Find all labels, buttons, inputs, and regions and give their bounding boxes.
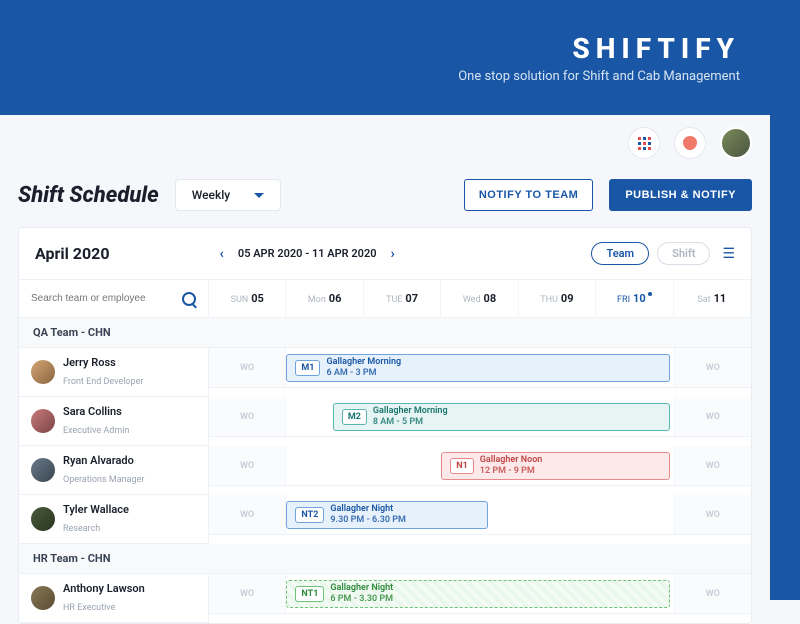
filter-icon[interactable]: ☰: [722, 246, 735, 262]
day-head-sat[interactable]: Sat11: [674, 280, 751, 318]
employee-role: Operations Manager: [63, 475, 144, 485]
avatar: [31, 458, 55, 482]
month-label: April 2020: [35, 244, 110, 263]
next-range-button[interactable]: ›: [391, 246, 395, 262]
search-input[interactable]: [31, 293, 182, 304]
employee-name: Ryan Alvarado: [63, 454, 144, 467]
view-select[interactable]: Weekly: [175, 179, 281, 211]
publish-button[interactable]: PUBLISH & NOTIFY: [609, 179, 752, 211]
avatar: [31, 360, 55, 384]
group-header-qa[interactable]: QA Team - CHN: [19, 318, 751, 348]
shift-title: Gallagher Night: [330, 505, 406, 515]
week-off-badge: WO: [674, 348, 751, 387]
apps-icon: [638, 137, 651, 150]
shift-title: Gallagher Night: [330, 584, 393, 594]
apps-button[interactable]: [628, 127, 660, 159]
employee-role: HR Executive: [63, 603, 115, 613]
day-head-tue[interactable]: TUE07: [364, 280, 441, 318]
day-head-fri[interactable]: FRI10: [596, 280, 673, 318]
shift-title: Gallagher Morning: [373, 407, 448, 417]
shift-time: 6 AM - 3 PM: [326, 368, 401, 378]
day-head-wed[interactable]: Wed08: [441, 280, 518, 318]
shift-tag: M1: [295, 360, 320, 376]
view-toggle: Team Shift ☰: [591, 242, 735, 265]
employee-role: Front End Developer: [63, 377, 143, 387]
shift-block[interactable]: M1 Gallagher Morning 6 AM - 3 PM: [286, 354, 669, 382]
prev-range-button[interactable]: ‹: [220, 246, 224, 262]
week-off-badge: WO: [209, 446, 286, 485]
timeline-row: WO NT1 Gallagher Night 6 PM - 3.30 PM WO: [209, 574, 751, 614]
employee-name: Jerry Ross: [63, 356, 143, 369]
shift-tag: M2: [342, 409, 367, 425]
bell-icon: [683, 136, 697, 150]
employee-row[interactable]: Anthony Lawson HR Executive: [19, 574, 209, 623]
avatar: [31, 507, 55, 531]
toggle-team[interactable]: Team: [591, 242, 649, 265]
week-off-badge: WO: [674, 495, 751, 534]
timeline-row: WO NT2 Gallagher Night 9.30 PM - 6.30 PM…: [209, 495, 751, 535]
today-indicator-dot: [648, 292, 652, 296]
week-off-badge: WO: [209, 574, 286, 613]
shift-time: 9.30 PM - 6.30 PM: [330, 515, 406, 525]
topbar: [0, 115, 770, 171]
employee-role: Research: [63, 524, 100, 534]
shift-block[interactable]: M2 Gallagher Morning 8 AM - 5 PM: [333, 403, 670, 431]
avatar: [31, 586, 55, 610]
page-header: Shift Schedule Weekly NOTIFY TO TEAM PUB…: [0, 171, 770, 219]
chevron-down-icon: [254, 193, 264, 198]
search-icon[interactable]: [182, 292, 196, 306]
employee-name: Tyler Wallace: [63, 503, 129, 516]
shift-title: Gallagher Morning: [326, 358, 401, 368]
day-head-sun[interactable]: SUN05: [209, 280, 286, 318]
shift-time: 8 AM - 5 PM: [373, 417, 448, 427]
app-container: Shift Schedule Weekly NOTIFY TO TEAM PUB…: [0, 115, 770, 624]
avatar: [31, 409, 55, 433]
shift-block[interactable]: N1 Gallagher Noon 12 PM - 9 PM: [441, 452, 669, 480]
view-select-label: Weekly: [192, 188, 230, 202]
user-avatar[interactable]: [720, 127, 752, 159]
right-rail: [770, 115, 800, 600]
employee-name: Sara Collins: [63, 405, 129, 418]
brand-title: SHIFTIFY: [572, 32, 740, 65]
search-cell: [19, 280, 209, 318]
employee-row[interactable]: Jerry Ross Front End Developer: [19, 348, 209, 397]
shift-time: 6 PM - 3.30 PM: [330, 594, 393, 604]
week-off-badge: WO: [674, 397, 751, 436]
toggle-shift[interactable]: Shift: [657, 242, 710, 265]
shift-title: Gallagher Noon: [480, 456, 543, 466]
day-head-thu[interactable]: THU09: [519, 280, 596, 318]
employee-row[interactable]: Ryan Alvarado Operations Manager: [19, 446, 209, 495]
employee-row[interactable]: Tyler Wallace Research: [19, 495, 209, 544]
week-off-badge: WO: [674, 574, 751, 613]
card-toolbar: April 2020 ‹ 05 APR 2020 - 11 APR 2020 ›…: [19, 228, 751, 280]
day-head-mon[interactable]: Mon06: [286, 280, 363, 318]
timeline-row: WO M1 Gallagher Morning 6 AM - 3 PM WO: [209, 348, 751, 388]
brand-subtitle: One stop solution for Shift and Cab Mana…: [458, 69, 740, 84]
week-off-badge: WO: [209, 495, 286, 534]
timeline-row: WO N1 Gallagher Noon 12 PM - 9 PM WO: [209, 446, 751, 486]
date-range-label: 05 APR 2020 - 11 APR 2020: [238, 247, 377, 260]
employee-name: Anthony Lawson: [63, 582, 145, 595]
shift-block[interactable]: NT1 Gallagher Night 6 PM - 3.30 PM: [286, 580, 669, 608]
schedule-card: April 2020 ‹ 05 APR 2020 - 11 APR 2020 ›…: [18, 227, 752, 624]
shift-block[interactable]: NT2 Gallagher Night 9.30 PM - 6.30 PM: [286, 501, 487, 529]
timeline-row: WO M2 Gallagher Morning 8 AM - 5 PM WO: [209, 397, 751, 437]
employee-role: Executive Admin: [63, 426, 129, 436]
employee-row[interactable]: Sara Collins Executive Admin: [19, 397, 209, 446]
schedule-grid: SUN05 Mon06 TUE07 Wed08 THU09 FRI10 Sat1…: [19, 280, 751, 623]
week-off-badge: WO: [209, 397, 286, 436]
hero-banner: SHIFTIFY One stop solution for Shift and…: [0, 0, 800, 115]
date-range-nav: ‹ 05 APR 2020 - 11 APR 2020 ›: [220, 246, 395, 262]
notify-button[interactable]: NOTIFY TO TEAM: [464, 179, 594, 211]
notifications-button[interactable]: [674, 127, 706, 159]
group-header-hr[interactable]: HR Team - CHN: [19, 544, 751, 574]
shift-time: 12 PM - 9 PM: [480, 466, 543, 476]
page-title: Shift Schedule: [18, 183, 159, 208]
shift-tag: NT2: [295, 507, 324, 523]
shift-tag: N1: [450, 458, 474, 474]
week-off-badge: WO: [209, 348, 286, 387]
week-off-badge: WO: [674, 446, 751, 485]
